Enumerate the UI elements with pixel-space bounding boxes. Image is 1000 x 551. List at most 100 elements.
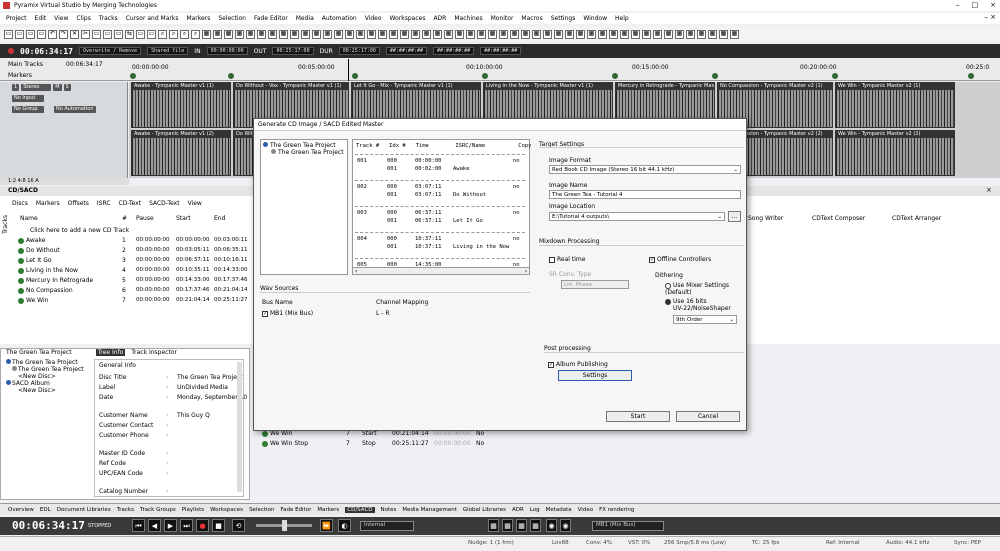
play-reverse-button[interactable]: ◀ bbox=[148, 519, 161, 532]
bottom-tab[interactable]: Document Libraries bbox=[57, 507, 111, 513]
toolbar-icon[interactable]: ▦ bbox=[290, 29, 299, 39]
toolbar-icon[interactable]: ▦ bbox=[587, 29, 596, 39]
audio-clip[interactable]: Awake - Tympanic Master v1 (1) bbox=[131, 82, 231, 128]
close-button[interactable]: × bbox=[990, 0, 996, 11]
sr-conv-select[interactable]: Lin. Phase bbox=[561, 280, 629, 289]
stop-button[interactable]: ■ bbox=[212, 519, 225, 532]
dialog-track-group[interactable]: 002 000 03:07:11 no 001 03:07:11 Do Without bbox=[355, 180, 525, 204]
automation-selector[interactable]: No Automation bbox=[54, 106, 96, 113]
menu-item[interactable]: Macros bbox=[521, 15, 542, 22]
menu-item[interactable]: Media bbox=[296, 15, 314, 22]
menu-item[interactable]: Video bbox=[365, 15, 382, 22]
toolbar-icon[interactable]: ▦ bbox=[576, 29, 585, 39]
zoom-controls[interactable]: 1:2 4:8 16 A bbox=[8, 178, 39, 184]
bottom-tab[interactable]: Workspaces bbox=[210, 507, 243, 513]
toolbar-icon[interactable]: ▦ bbox=[213, 29, 222, 39]
toolbar-icon[interactable]: ▦ bbox=[631, 29, 640, 39]
tree-root[interactable]: The Green Tea Project bbox=[6, 359, 92, 366]
property-row[interactable]: Catalog Number › bbox=[99, 488, 239, 495]
tool-icon-3[interactable]: ▦ bbox=[516, 519, 527, 532]
toolbar-icon[interactable]: ▦ bbox=[235, 29, 244, 39]
menu-item[interactable]: Workspaces bbox=[390, 15, 426, 22]
toolbar-icon[interactable]: ⌕ bbox=[180, 29, 189, 39]
bottom-tab[interactable]: Tracks bbox=[117, 507, 134, 513]
toolbar-icon[interactable]: ▦ bbox=[719, 29, 728, 39]
menu-item[interactable]: Settings bbox=[551, 15, 576, 22]
cd-track-row[interactable]: We Win 7 00:00:00:00 00:21:04:14 00:25:11:27 bbox=[18, 297, 248, 304]
col-cdtext-composer[interactable]: CDText Composer bbox=[812, 215, 865, 222]
toolbar-icon[interactable]: ▦ bbox=[411, 29, 420, 39]
toolbar-icon[interactable]: ▦ bbox=[345, 29, 354, 39]
field-3[interactable]: ##:##:##:## bbox=[480, 47, 522, 55]
toolbar-icon[interactable]: ▦ bbox=[477, 29, 486, 39]
mode-overwrite[interactable]: Overwrite / Remove bbox=[78, 47, 142, 55]
tree-cd-project[interactable]: The Green Tea Project bbox=[6, 366, 92, 373]
settings-button[interactable]: Settings bbox=[558, 370, 632, 381]
toolbar-icon[interactable]: ▦ bbox=[708, 29, 717, 39]
dialog-track-group[interactable]: 003 000 06:37:11 no 001 06:37:11 Let It Go bbox=[355, 206, 525, 230]
toolbar-icon[interactable]: ▦ bbox=[664, 29, 673, 39]
toolbar-icon[interactable]: ▦ bbox=[521, 29, 530, 39]
dur-value[interactable]: 00:25:17:00 bbox=[338, 47, 380, 55]
order-select[interactable]: 9th Order ⌄ bbox=[673, 315, 737, 324]
image-name-input[interactable]: The Green Tea - Tutorial 4 bbox=[549, 190, 741, 199]
maximize-button[interactable]: □ bbox=[972, 0, 979, 11]
menu-item[interactable]: Window bbox=[583, 15, 607, 22]
toolbar-icon[interactable]: ▦ bbox=[510, 29, 519, 39]
property-row[interactable]: Customer Name › This Guy Q bbox=[99, 412, 239, 419]
track-name[interactable]: Stereo bbox=[21, 84, 52, 91]
play-button[interactable]: ▶ bbox=[164, 519, 177, 532]
toolbar-icon[interactable]: ▦ bbox=[433, 29, 442, 39]
menu-item[interactable]: Monitor bbox=[491, 15, 514, 22]
solo-button[interactable]: S bbox=[63, 84, 71, 91]
toolbar-icon[interactable]: ⌕ bbox=[169, 29, 178, 39]
cd-track-row[interactable]: Let It Go 3 00:00:00:00 00:06:37:11 00:10:16… bbox=[18, 257, 248, 264]
tool-icon-2[interactable]: ▦ bbox=[502, 519, 513, 532]
image-location-select[interactable]: E:\Tutorial 4 outputs\ ⌄ bbox=[549, 212, 725, 221]
toolbar-icon[interactable]: ▦ bbox=[378, 29, 387, 39]
bottom-tab[interactable]: Video bbox=[578, 507, 593, 513]
toolbar-icon[interactable]: ▦ bbox=[268, 29, 277, 39]
cd-tab[interactable]: View bbox=[188, 200, 202, 207]
bottom-tab[interactable]: Playlists bbox=[182, 507, 204, 513]
toolbar-icon[interactable]: ▦ bbox=[565, 29, 574, 39]
toolbar-icon[interactable]: ✂ bbox=[81, 29, 90, 39]
menu-item[interactable]: Cursor and Marks bbox=[126, 15, 179, 22]
album-publishing-checkbox[interactable]: ✓ bbox=[548, 361, 554, 368]
mode-shared[interactable]: Shared file bbox=[147, 47, 189, 55]
jog-forward-button[interactable]: ⏩ bbox=[320, 519, 333, 532]
toolbar-icon[interactable]: ▦ bbox=[466, 29, 475, 39]
bus-checkbox[interactable]: ✓ bbox=[262, 310, 268, 317]
marker-icon[interactable] bbox=[832, 73, 838, 79]
bottom-tab[interactable]: Log bbox=[530, 507, 540, 513]
menu-item[interactable]: Markers bbox=[186, 15, 210, 22]
bottom-tab[interactable]: Fade Editor bbox=[280, 507, 311, 513]
property-row[interactable]: Customer Phone › bbox=[99, 432, 239, 439]
dialog-track-group[interactable]: 001 000 00:00:00 no 001 00:02:00 Awake bbox=[355, 154, 525, 178]
audio-clip[interactable]: Awake - Tympanic Master v1 (2) bbox=[131, 130, 231, 176]
marker-row[interactable]: We Win Stop 7 Stop 00:25:11:27 00:00:00:00 No bbox=[262, 440, 502, 449]
toolbar-icon[interactable]: ▦ bbox=[400, 29, 409, 39]
input-selector[interactable]: No Input bbox=[12, 95, 44, 102]
toolbar-icon[interactable]: ▦ bbox=[389, 29, 398, 39]
toolbar-icon[interactable]: ▦ bbox=[697, 29, 706, 39]
toolbar-icon[interactable]: ▦ bbox=[422, 29, 431, 39]
toolbar-icon[interactable]: ▦ bbox=[334, 29, 343, 39]
browse-button[interactable]: … bbox=[728, 211, 741, 222]
menu-item[interactable]: ADR bbox=[433, 15, 446, 22]
menu-item[interactable]: Fade Editor bbox=[254, 15, 288, 22]
tool-icon-4[interactable]: ▦ bbox=[530, 519, 541, 532]
toolbar-icon[interactable]: ▦ bbox=[532, 29, 541, 39]
menu-item[interactable]: View bbox=[54, 15, 68, 22]
bottom-tab[interactable]: Media Management bbox=[402, 507, 457, 513]
toolbar-icon[interactable]: ▦ bbox=[367, 29, 376, 39]
cd-tab[interactable]: Discs bbox=[12, 200, 28, 207]
rewind-start-button[interactable]: ⏮ bbox=[132, 519, 145, 532]
cancel-button[interactable]: Cancel bbox=[676, 411, 740, 422]
toolbar-icon[interactable]: ▦ bbox=[653, 29, 662, 39]
use-mixer-radio[interactable] bbox=[665, 282, 671, 289]
tree-sacd[interactable]: SACD Album bbox=[6, 380, 92, 387]
dialog-tree-child[interactable]: The Green Tea Project bbox=[263, 149, 345, 156]
image-format-select[interactable]: Red Book CD Image (Stereo 16 bit 44.1 kH… bbox=[549, 165, 741, 174]
tree-new-disc[interactable]: <New Disc> bbox=[6, 373, 92, 380]
